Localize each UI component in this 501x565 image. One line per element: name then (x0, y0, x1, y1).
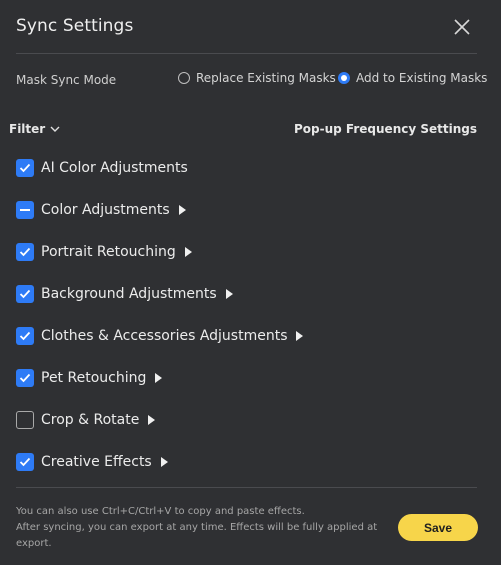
expand-triangle-icon[interactable] (160, 457, 168, 467)
radio-replace-label: Replace Existing Masks (196, 71, 336, 85)
checkmark-icon (19, 163, 31, 173)
checkmark-icon (19, 289, 31, 299)
filter-label: Filter (9, 122, 46, 136)
sync-item-row[interactable]: Crop & Rotate (16, 411, 156, 429)
sync-item-checkbox[interactable] (16, 243, 34, 261)
copy-paste-note: You can also use Ctrl+C/Ctrl+V to copy a… (16, 506, 305, 517)
sync-item-row[interactable]: Background Adjustments (16, 285, 233, 303)
radio-add-masks[interactable]: Add to Existing Masks (338, 71, 487, 85)
sync-item-row[interactable]: Color Adjustments (16, 201, 186, 219)
expand-triangle-icon[interactable] (184, 247, 192, 257)
sync-item-label: Color Adjustments (41, 202, 170, 218)
chevron-down-icon (50, 126, 60, 132)
sync-item-row[interactable]: Pet Retouching (16, 369, 163, 387)
sync-item-label: Background Adjustments (41, 286, 217, 302)
minus-icon (20, 209, 30, 211)
expand-triangle-icon[interactable] (148, 415, 156, 425)
checkmark-icon (19, 373, 31, 383)
sync-item-checkbox[interactable] (16, 411, 34, 429)
filter-dropdown[interactable]: Filter (9, 122, 60, 136)
sync-item-row[interactable]: AI Color Adjustments (16, 159, 188, 177)
sync-item-checkbox[interactable] (16, 159, 34, 177)
expand-triangle-icon[interactable] (296, 331, 304, 341)
sync-item-label: Crop & Rotate (41, 412, 140, 428)
sync-item-label: Pet Retouching (41, 370, 147, 386)
expand-triangle-icon[interactable] (225, 289, 233, 299)
header-divider (16, 53, 477, 54)
sync-item-row[interactable]: Creative Effects (16, 453, 168, 471)
radio-replace-circle[interactable] (178, 72, 190, 84)
sync-item-checkbox[interactable] (16, 369, 34, 387)
sync-item-label: Portrait Retouching (41, 244, 176, 260)
checkmark-icon (19, 331, 31, 341)
export-note: After syncing, you can export at any tim… (16, 522, 378, 549)
sync-item-checkbox[interactable] (16, 453, 34, 471)
sync-item-label: Clothes & Accessories Adjustments (41, 328, 288, 344)
sync-item-label: Creative Effects (41, 454, 152, 470)
radio-replace-masks[interactable]: Replace Existing Masks (178, 71, 336, 85)
checkmark-icon (19, 457, 31, 467)
sync-item-checkbox[interactable] (16, 201, 34, 219)
save-button[interactable]: Save (398, 514, 478, 541)
footer-divider (16, 487, 477, 488)
expand-triangle-icon[interactable] (155, 373, 163, 383)
mask-sync-label: Mask Sync Mode (16, 73, 117, 87)
sync-item-checkbox[interactable] (16, 285, 34, 303)
radio-add-circle[interactable] (338, 72, 350, 84)
dialog-title: Sync Settings (16, 16, 134, 36)
sync-item-checkbox[interactable] (16, 327, 34, 345)
sync-item-row[interactable]: Clothes & Accessories Adjustments (16, 327, 304, 345)
checkmark-icon (19, 247, 31, 257)
sync-item-row[interactable]: Portrait Retouching (16, 243, 192, 261)
sync-item-label: AI Color Adjustments (41, 160, 188, 176)
close-icon (454, 19, 470, 35)
radio-add-label: Add to Existing Masks (356, 71, 488, 85)
expand-triangle-icon[interactable] (178, 205, 186, 215)
popup-frequency-settings-link[interactable]: Pop-up Frequency Settings (294, 122, 477, 136)
close-button[interactable] (451, 16, 473, 38)
